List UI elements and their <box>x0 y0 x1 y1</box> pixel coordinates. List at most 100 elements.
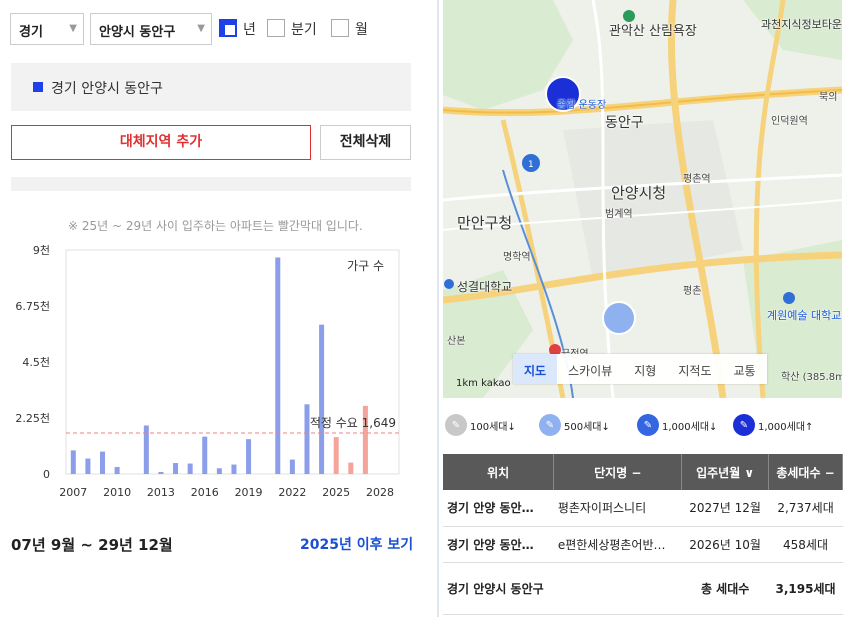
bar <box>100 451 106 474</box>
cell-households: 458세대 <box>768 526 843 563</box>
col-location[interactable]: 위치 <box>443 454 555 490</box>
map-view[interactable]: 1 관악산 산림욕장 과천지식정보타운 공공주택지구 종합 운동장 동안구 인덕… <box>443 0 842 398</box>
bar <box>319 324 325 474</box>
map-label: 평촌 <box>683 286 702 297</box>
checkbox-quarter-label: 분기 <box>291 22 317 38</box>
x-tick-label: 2007 <box>59 486 87 499</box>
map-type-tabs: 지도 스카이뷰 지형 지적도 교통 <box>513 354 767 384</box>
tab-cadastral[interactable]: 지적도 <box>667 354 722 384</box>
reference-label: 적정 수요 1,649 <box>310 416 396 430</box>
bar <box>114 467 120 474</box>
legend-item: ✎ 100세대↓ <box>445 414 516 436</box>
map-label: 산본 <box>447 336 466 347</box>
legend-item: ✎ 500세대↓ <box>539 414 610 436</box>
panel-divider <box>437 0 439 617</box>
series-label: 가구 수 <box>347 259 384 273</box>
table-total-row: 경기 안양시 동안구 총 세대수 3,195세대 <box>443 562 843 615</box>
tab-traffic[interactable]: 교통 <box>722 354 766 384</box>
table-row[interactable]: 경기 안양 동안… e편한세상평촌어반… 2026년 10월 458세대 <box>443 526 843 563</box>
legend-label: 1,000세대↑ <box>758 421 814 433</box>
hammer-pin-icon: ✎ <box>733 414 755 436</box>
x-tick-label: 2025 <box>322 486 350 499</box>
checkbox-month-label: 월 <box>355 22 368 38</box>
map-label: 계원예술 대학교 <box>767 309 842 322</box>
right-panel: 1 관악산 산림욕장 과천지식정보타운 공공주택지구 종합 운동장 동안구 인덕… <box>443 0 846 617</box>
legend-item: ✎ 1,000세대↑ <box>733 414 813 436</box>
x-tick-label: 2028 <box>366 486 394 499</box>
y-tick-label: 6.75천 <box>15 299 50 313</box>
left-panel: 경기 ▼ 안양시 동안구 ▼ 년 분기 월 경기 안양시 동안구 대체지역 추가… <box>0 0 425 617</box>
bar <box>216 468 222 474</box>
add-region-button[interactable]: 대체지역 추가 <box>11 125 311 160</box>
table-row[interactable]: 경기 안양 동안… 평촌자이퍼스니티 2027년 12월 2,737세대 <box>443 490 843 527</box>
legend-label: 500세대↓ <box>564 421 610 433</box>
bar <box>275 257 281 474</box>
tab-skyview[interactable]: 스카이뷰 <box>557 354 623 384</box>
y-tick-label: 4.5천 <box>22 355 50 369</box>
map-label: 안양시청 <box>611 184 667 202</box>
bar <box>231 464 237 474</box>
checkbox-month[interactable] <box>331 19 349 37</box>
y-tick-label: 9천 <box>33 243 50 257</box>
section-divider <box>11 177 411 191</box>
cell-households: 2,737세대 <box>768 490 843 527</box>
tab-terrain[interactable]: 지형 <box>623 354 667 384</box>
period-range: 07년 9월 ~ 29년 12월 <box>11 536 173 554</box>
legend-label: 100세대↓ <box>470 421 516 433</box>
bar <box>246 439 252 474</box>
view-after-2025-link[interactable]: 2025년 이후 보기 <box>300 534 413 554</box>
bar <box>173 463 179 474</box>
cell-complex: e편한세상평촌어반… <box>553 526 682 563</box>
region-color-icon <box>33 82 43 92</box>
x-tick-label: 2010 <box>103 486 131 499</box>
map-label: 범계역 <box>605 209 633 220</box>
delete-all-button[interactable]: 전체삭제 <box>320 125 411 160</box>
map-label: 평촌역 <box>683 174 711 185</box>
region-name: 경기 안양시 동안구 <box>51 81 163 97</box>
map-label: 학산 (385.8m) <box>781 372 842 383</box>
district-value: 안양시 동안구 <box>99 25 176 40</box>
map-label: 북의 <box>819 92 838 103</box>
map-label: 과천지식정보타운 공공주택지구 <box>761 18 842 31</box>
total-value: 3,195세대 <box>768 562 843 615</box>
map-label: 인덕원역 <box>771 116 808 127</box>
total-empty <box>553 562 682 615</box>
checkbox-year-label: 년 <box>243 22 256 38</box>
apartment-table: 위치 단지명 − 입주년월 ∨ 총세대수 − 경기 안양 동안… 평촌자이퍼스니… <box>443 454 843 615</box>
hammer-pin-icon: ✎ <box>445 414 467 436</box>
tab-map[interactable]: 지도 <box>513 354 558 384</box>
chevron-down-icon: ▼ <box>197 23 205 34</box>
chart-note: ※ 25년 ~ 29년 사이 입주하는 아파트는 빨간막대 입니다. <box>68 219 363 233</box>
map-label: 성결대학교 <box>457 280 513 294</box>
map-scale: 1km kakao <box>456 378 511 389</box>
legend-label: 1,000세대↓ <box>662 421 718 433</box>
map-legend: ✎ 100세대↓ ✎ 500세대↓ ✎ 1,000세대↓ ✎ 1,000세대↑ <box>443 412 843 440</box>
map-label: 동안구 <box>605 115 644 131</box>
bar <box>187 463 193 474</box>
checkbox-year[interactable] <box>219 19 237 37</box>
province-select[interactable]: 경기 ▼ <box>10 13 84 45</box>
cell-move-in: 2026년 10월 <box>681 526 769 563</box>
bar <box>304 404 310 474</box>
bar <box>202 436 208 474</box>
col-households[interactable]: 총세대수 − <box>768 454 843 490</box>
y-tick-label: 0 <box>43 468 50 481</box>
col-complex[interactable]: 단지명 − <box>553 454 683 490</box>
chevron-down-icon: ▼ <box>69 23 77 34</box>
y-tick-label: 2.25천 <box>15 411 50 425</box>
supply-chart: 9천 6.75천 4.5천 2.25천 0 2007 2010 2013 2016 2019 202… <box>15 243 400 499</box>
x-tick-label: 2016 <box>191 486 219 499</box>
cell-move-in: 2027년 12월 <box>681 490 769 527</box>
x-tick-label: 2019 <box>235 486 263 499</box>
col-move-in[interactable]: 입주년월 ∨ <box>681 454 770 490</box>
total-location: 경기 안양시 동안구 <box>443 562 554 615</box>
x-tick-label: 2022 <box>278 486 306 499</box>
checkbox-quarter[interactable] <box>267 19 285 37</box>
bar <box>348 462 354 474</box>
map-label: 명학역 <box>503 252 531 263</box>
hammer-pin-icon: ✎ <box>539 414 561 436</box>
map-label: 종합 운동장 <box>557 100 607 111</box>
district-select[interactable]: 안양시 동안구 ▼ <box>90 13 212 45</box>
province-value: 경기 <box>19 25 43 40</box>
cell-location: 경기 안양 동안… <box>443 490 554 527</box>
